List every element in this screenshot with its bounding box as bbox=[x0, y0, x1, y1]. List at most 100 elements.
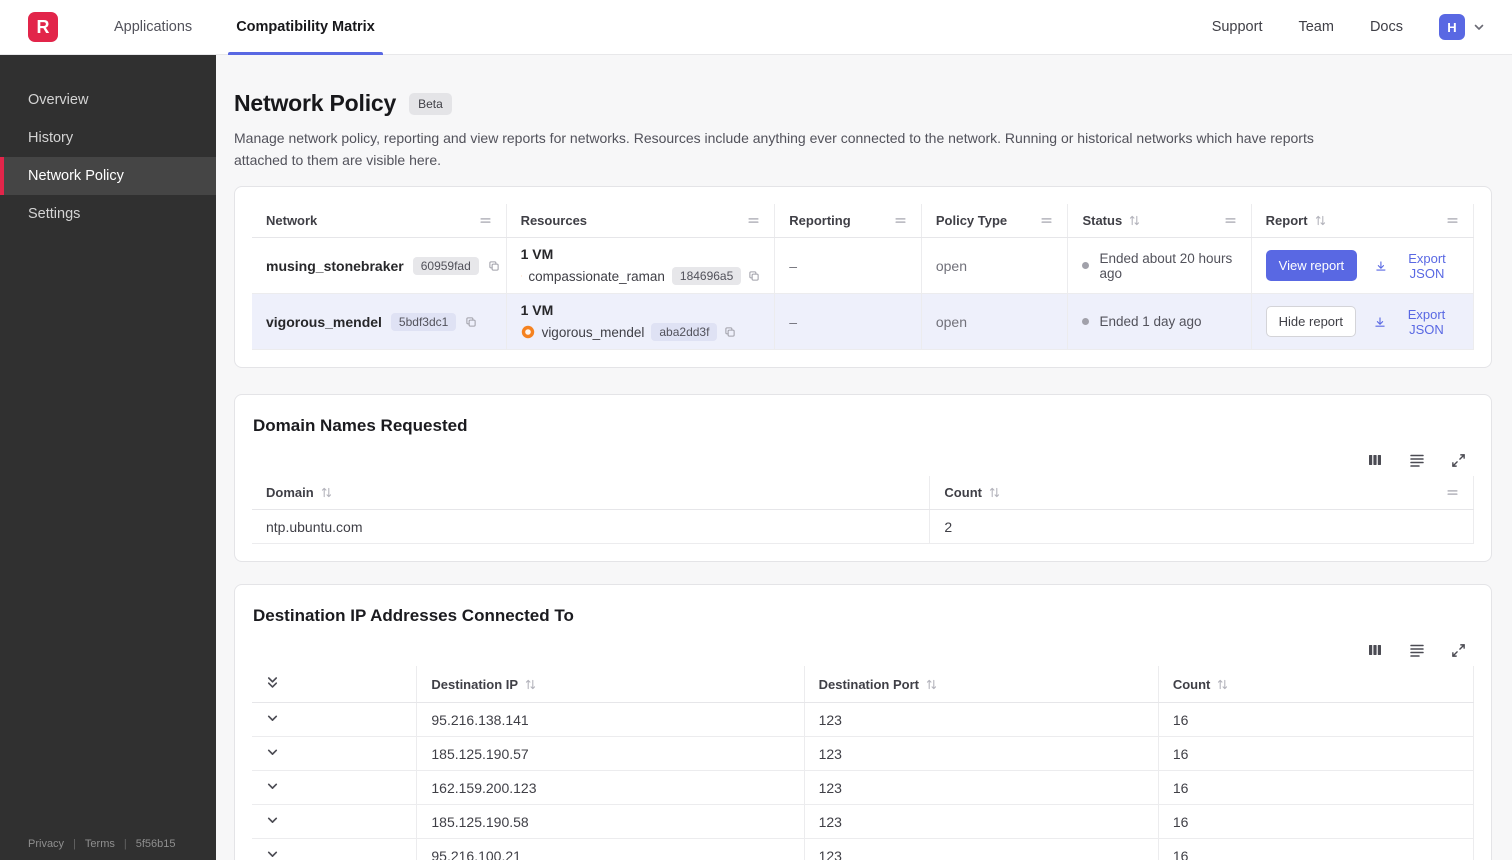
columns-icon[interactable] bbox=[1367, 452, 1383, 468]
column-header-policy-type[interactable]: Policy Type bbox=[920, 204, 1068, 239]
app-logo[interactable]: R bbox=[28, 12, 58, 42]
version-label: 5f56b15 bbox=[135, 838, 176, 850]
networks-table: Network Resources Reporting Policy Type … bbox=[252, 204, 1475, 351]
column-grip-icon[interactable] bbox=[1040, 214, 1053, 227]
port-cell: 123 bbox=[803, 804, 1159, 840]
column-header-domain[interactable]: Domain bbox=[252, 476, 930, 511]
hide-report-button[interactable]: Hide report bbox=[1265, 306, 1356, 338]
column-header-report[interactable]: Report bbox=[1250, 204, 1475, 239]
copy-icon[interactable] bbox=[724, 326, 736, 338]
row-expand-chevron-icon[interactable] bbox=[266, 780, 279, 793]
sort-icon[interactable] bbox=[321, 487, 332, 498]
sort-icon[interactable] bbox=[1315, 215, 1326, 226]
row-expand-chevron-icon[interactable] bbox=[266, 746, 279, 759]
row-expand-chevron-icon[interactable] bbox=[266, 814, 279, 827]
column-label: Destination Port bbox=[818, 676, 919, 692]
nav-team[interactable]: Team bbox=[1298, 19, 1333, 35]
destination-row[interactable]: 185.125.190.58 123 16 bbox=[252, 804, 1475, 840]
column-header-count[interactable]: Count bbox=[929, 476, 1474, 511]
destinations-card: Destination IP Addresses Connected To De… bbox=[234, 584, 1492, 860]
status-dot bbox=[1082, 262, 1090, 270]
copy-icon[interactable] bbox=[465, 316, 477, 328]
avatar[interactable]: H bbox=[1439, 14, 1465, 40]
rows-icon[interactable] bbox=[1409, 642, 1425, 658]
nav-applications[interactable]: Applications bbox=[92, 0, 214, 55]
network-row[interactable]: musing_stonebraker 60959fad 1 VM compass… bbox=[252, 237, 1475, 295]
ip-cell: 95.216.100.21 bbox=[416, 838, 805, 860]
nav-support[interactable]: Support bbox=[1212, 19, 1263, 35]
export-json-label: Export JSON bbox=[1408, 250, 1446, 281]
sidebar-item-overview[interactable]: Overview bbox=[0, 81, 216, 119]
nav-compatibility-matrix[interactable]: Compatibility Matrix bbox=[214, 0, 397, 55]
vm-icon bbox=[521, 325, 535, 339]
sidebar-item-settings[interactable]: Settings bbox=[0, 195, 216, 233]
row-expand-chevron-icon[interactable] bbox=[266, 848, 279, 860]
sidebar-item-network-policy[interactable]: Network Policy bbox=[0, 157, 216, 195]
expand-icon[interactable] bbox=[1451, 453, 1466, 468]
sort-icon[interactable] bbox=[525, 679, 536, 690]
policy-type-value: open bbox=[935, 257, 968, 274]
nav-docs[interactable]: Docs bbox=[1370, 19, 1403, 35]
expand-all-icon[interactable] bbox=[266, 675, 279, 690]
sort-icon[interactable] bbox=[1129, 215, 1140, 226]
status-text: Ended about 20 hours ago bbox=[1099, 250, 1233, 281]
column-grip-icon[interactable] bbox=[894, 214, 907, 227]
column-header-expand[interactable] bbox=[252, 666, 417, 704]
column-header-destination-ip[interactable]: Destination IP bbox=[416, 666, 805, 704]
download-icon bbox=[1375, 259, 1387, 273]
user-menu-chevron-icon[interactable] bbox=[1472, 20, 1486, 34]
column-header-count[interactable]: Count bbox=[1157, 666, 1475, 704]
network-id-badge: 60959fad bbox=[412, 256, 479, 275]
domain-row[interactable]: ntp.ubuntu.com 2 bbox=[252, 509, 1474, 545]
destination-row[interactable]: 95.216.138.141 123 16 bbox=[252, 702, 1475, 738]
column-label: Resources bbox=[520, 213, 588, 229]
topbar-right: Support Team Docs H bbox=[1212, 14, 1486, 40]
reporting-value: – bbox=[789, 257, 798, 274]
column-label: Reporting bbox=[789, 213, 851, 229]
sort-icon[interactable] bbox=[989, 487, 1000, 498]
destination-row[interactable]: 185.125.190.57 123 16 bbox=[252, 736, 1475, 772]
resource-id-badge: aba2dd3f bbox=[651, 323, 718, 342]
columns-icon[interactable] bbox=[1367, 642, 1383, 658]
rows-icon[interactable] bbox=[1409, 452, 1425, 468]
footer-divider: | bbox=[73, 838, 76, 850]
sort-icon[interactable] bbox=[1217, 679, 1228, 690]
destination-row[interactable]: 95.216.100.21 123 16 bbox=[252, 838, 1475, 860]
domains-card-title: Domain Names Requested bbox=[253, 416, 468, 436]
column-header-status[interactable]: Status bbox=[1067, 204, 1252, 239]
column-label: Count bbox=[1172, 676, 1211, 692]
count-cell: 2 bbox=[929, 509, 1474, 545]
expand-icon[interactable] bbox=[1451, 643, 1466, 658]
page-title: Network Policy bbox=[234, 90, 397, 116]
column-header-resources[interactable]: Resources bbox=[505, 204, 775, 239]
user-menu[interactable]: H bbox=[1439, 14, 1486, 40]
ip-cell: 95.216.138.141 bbox=[416, 702, 805, 738]
export-json-label: Export JSON bbox=[1407, 306, 1446, 337]
export-json-button[interactable]: Export JSON bbox=[1374, 307, 1459, 337]
column-grip-icon[interactable] bbox=[1224, 214, 1237, 227]
export-json-button[interactable]: Export JSON bbox=[1375, 251, 1459, 281]
column-label: Count bbox=[944, 485, 982, 501]
column-header-destination-port[interactable]: Destination Port bbox=[803, 666, 1159, 704]
network-id-badge: 5bdf3dc1 bbox=[390, 312, 457, 331]
destination-row[interactable]: 162.159.200.123 123 16 bbox=[252, 770, 1475, 806]
sort-icon[interactable] bbox=[926, 679, 937, 690]
column-grip-icon[interactable] bbox=[747, 214, 760, 227]
sidebar-item-history[interactable]: History bbox=[0, 119, 216, 157]
copy-icon[interactable] bbox=[488, 260, 500, 272]
column-grip-icon[interactable] bbox=[1446, 486, 1459, 499]
resource-name: vigorous_mendel bbox=[541, 324, 645, 340]
column-header-reporting[interactable]: Reporting bbox=[774, 204, 922, 239]
network-row[interactable]: vigorous_mendel 5bdf3dc1 1 VM vigorous_m… bbox=[252, 293, 1475, 351]
view-report-button[interactable]: View report bbox=[1265, 250, 1358, 282]
column-grip-icon[interactable] bbox=[1446, 214, 1459, 227]
footer-privacy-link[interactable]: Privacy bbox=[28, 838, 64, 850]
copy-icon[interactable] bbox=[748, 270, 760, 282]
sidebar: Overview History Network Policy Settings… bbox=[0, 55, 216, 860]
column-header-network[interactable]: Network bbox=[252, 204, 507, 239]
column-grip-icon[interactable] bbox=[479, 214, 492, 227]
row-expand-chevron-icon[interactable] bbox=[266, 712, 279, 725]
port-cell: 123 bbox=[803, 770, 1159, 806]
footer-terms-link[interactable]: Terms bbox=[85, 838, 115, 850]
count-cell: 16 bbox=[1157, 702, 1475, 738]
